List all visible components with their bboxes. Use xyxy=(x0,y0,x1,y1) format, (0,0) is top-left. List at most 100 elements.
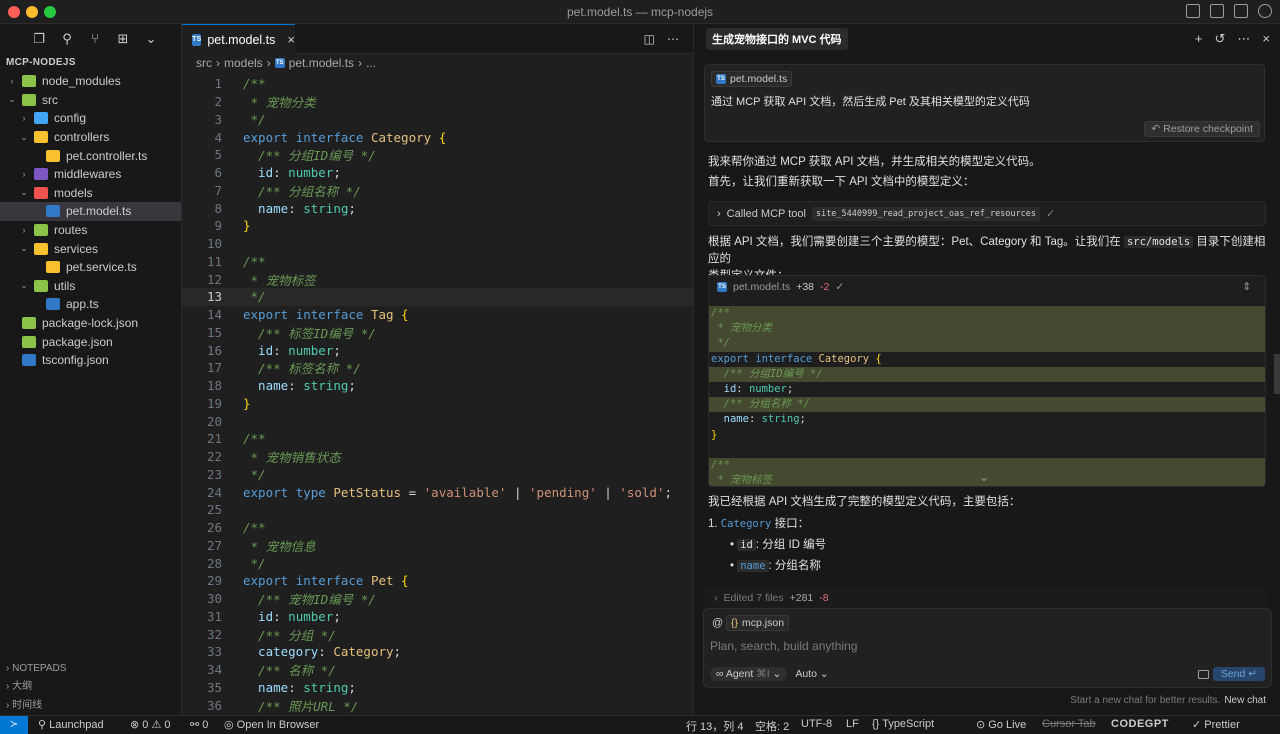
close-panel-icon[interactable]: × xyxy=(1262,31,1270,47)
code-line[interactable]: 2 * 宠物分类 xyxy=(182,93,693,111)
diff-file-name[interactable]: pet.model.ts xyxy=(733,281,790,293)
tree-item-middlewares[interactable]: › middlewares xyxy=(0,165,181,184)
code-line[interactable]: 3 */ xyxy=(182,111,693,129)
more-actions-icon[interactable]: ⋯ xyxy=(667,32,679,46)
code-line[interactable]: 26 /** xyxy=(182,519,693,537)
tree-item-services[interactable]: ⌄ services xyxy=(0,239,181,258)
code-line[interactable]: 20 xyxy=(182,412,693,430)
mention-at-icon[interactable]: @ xyxy=(712,617,723,629)
tree-item-config[interactable]: › config xyxy=(0,109,181,128)
history-icon[interactable]: ↺ xyxy=(1215,31,1226,47)
code-line[interactable]: 1 /** xyxy=(182,75,693,93)
restore-checkpoint-button[interactable]: ↶ Restore checkpoint xyxy=(1144,121,1260,137)
ports-item[interactable]: ⚯ 0 xyxy=(190,718,208,731)
breadcrumb-item[interactable]: src xyxy=(196,56,212,70)
tree-item-utils[interactable]: ⌄ utils xyxy=(0,277,181,296)
chat-title[interactable]: 生成宠物接口的 MVC 代码 xyxy=(706,28,848,50)
code-line[interactable]: 8 name: string; xyxy=(182,199,693,217)
code-line[interactable]: 31 id: number; xyxy=(182,608,693,626)
add-chat-icon[interactable]: + xyxy=(1195,31,1203,47)
code-line[interactable]: 35 name: string; xyxy=(182,679,693,697)
section-2[interactable]: › 时间线 xyxy=(0,697,182,716)
code-line[interactable]: 6 id: number; xyxy=(182,164,693,182)
code-line[interactable]: 32 /** 分组 */ xyxy=(182,625,693,643)
codegpt-item[interactable]: CODEGPT xyxy=(1111,718,1169,730)
source-control-icon[interactable]: ⑂ xyxy=(88,32,102,46)
code-line[interactable]: 23 */ xyxy=(182,466,693,484)
tree-item-pet-service-ts[interactable]: pet.service.ts xyxy=(0,258,181,277)
new-chat-link[interactable]: New chat xyxy=(1224,695,1266,706)
code-line[interactable]: 4 export interface Category { xyxy=(182,128,693,146)
code-line[interactable]: 28 */ xyxy=(182,554,693,572)
code-line[interactable]: 10 xyxy=(182,235,693,253)
remote-indicator[interactable]: ≻ xyxy=(0,716,28,734)
code-diff-block[interactable]: TS pet.model.ts +38 -2 ✓ ⇕ /** * 宠物分类 */… xyxy=(708,275,1266,487)
code-line[interactable]: 13 */ xyxy=(182,288,693,306)
send-button[interactable]: Send ↵ xyxy=(1212,667,1265,681)
chat-input-box[interactable]: @ {} mcp.json Plan, search, build anythin… xyxy=(703,608,1272,688)
code-line[interactable]: 12 * 宠物标签 xyxy=(182,270,693,288)
mcp-tool-call[interactable]: › Called MCP tool site_5440999_read_proj… xyxy=(708,201,1266,226)
model-selector[interactable]: Auto ⌄ xyxy=(795,668,828,680)
open-in-browser-item[interactable]: ◎ Open In Browser xyxy=(224,718,319,731)
files-icon[interactable]: ❐ xyxy=(32,32,46,46)
expand-icon[interactable]: ⇕ xyxy=(1242,281,1251,293)
tree-item-app-ts[interactable]: app.ts xyxy=(0,295,181,314)
prettier-item[interactable]: ✓ Prettier xyxy=(1192,718,1240,731)
explorer-root[interactable]: MCP-NODEJS xyxy=(0,54,181,72)
code-line[interactable]: 15 /** 标签ID编号 */ xyxy=(182,324,693,342)
tree-item-controllers[interactable]: ⌄ controllers xyxy=(0,128,181,147)
go-live-item[interactable]: ⊙ Go Live xyxy=(976,718,1026,731)
code-line[interactable]: 24 export type PetStatus = 'available' | … xyxy=(182,483,693,501)
tree-item-tsconfig-json[interactable]: tsconfig.json xyxy=(0,351,181,370)
tree-item-package-lock-json[interactable]: package-lock.json xyxy=(0,314,181,333)
chevron-down-icon[interactable]: ⌄ xyxy=(144,32,158,46)
user-request[interactable]: TS pet.model.ts 通过 MCP 获取 API 文档，然后生成 Pet… xyxy=(704,64,1265,142)
settings-gear-icon[interactable] xyxy=(1258,4,1272,18)
split-editor-icon[interactable]: ◫ xyxy=(644,32,655,46)
extensions-icon[interactable]: ⊞ xyxy=(116,32,130,46)
chevron-down-icon[interactable]: ⌄ xyxy=(979,470,989,484)
code-line[interactable]: 22 * 宠物销售状态 xyxy=(182,448,693,466)
code-line[interactable]: 29 export interface Pet { xyxy=(182,572,693,590)
tree-item-pet-model-ts[interactable]: pet.model.ts xyxy=(0,202,181,221)
tree-item-node_modules[interactable]: › node_modules xyxy=(0,72,181,91)
breadcrumb-item[interactable]: models xyxy=(224,56,263,70)
search-icon[interactable]: ⚲ xyxy=(60,32,74,46)
section-0[interactable]: › NOTEPADS xyxy=(0,660,182,679)
image-upload-icon[interactable] xyxy=(1198,670,1209,679)
language-mode[interactable]: {} TypeScript xyxy=(872,718,934,730)
code-line[interactable]: 18 name: string; xyxy=(182,377,693,395)
code-line[interactable]: 21 /** xyxy=(182,430,693,448)
tree-item-pet-controller-ts[interactable]: pet.controller.ts xyxy=(0,146,181,165)
code-line[interactable]: 5 /** 分组ID编号 */ xyxy=(182,146,693,164)
cursor-position[interactable]: 行 13，列 4 xyxy=(686,718,743,734)
tree-item-models[interactable]: ⌄ models xyxy=(0,184,181,203)
tab-pet-model[interactable]: TS pet.model.ts × xyxy=(182,24,295,54)
line-ending[interactable]: LF xyxy=(846,718,859,730)
code-line[interactable]: 9} xyxy=(182,217,693,235)
code-line[interactable]: 16 id: number; xyxy=(182,341,693,359)
edited-files-bar[interactable]: › Edited 7 files +281 -8 xyxy=(704,587,1267,609)
code-line[interactable]: 27 * 宠物信息 xyxy=(182,537,693,555)
launchpad-item[interactable]: ⚲ Launchpad xyxy=(38,718,104,731)
code-line[interactable]: 33 category: Category; xyxy=(182,643,693,661)
agent-mode-selector[interactable]: ∞ Agent ⌘I ⌄ xyxy=(710,667,788,681)
indent-spaces[interactable]: 空格: 2 xyxy=(755,718,789,734)
toggle-panel-icon[interactable] xyxy=(1210,4,1224,18)
code-line[interactable]: 25 xyxy=(182,501,693,519)
code-editor[interactable]: 1/** 2 * 宠物分类 3 */4 export interface Catego… xyxy=(182,75,693,714)
section-1[interactable]: › 大纲 xyxy=(0,678,182,697)
code-line[interactable]: 34 /** 名称 */ xyxy=(182,661,693,679)
code-line[interactable]: 30 /** 宠物ID编号 */ xyxy=(182,590,693,608)
code-line[interactable]: 36 /** 照片URL */ xyxy=(182,696,693,714)
chat-input-placeholder[interactable]: Plan, search, build anything xyxy=(710,639,857,653)
breadcrumb-item[interactable]: pet.model.ts xyxy=(289,56,354,70)
more-icon[interactable]: ⋯ xyxy=(1237,31,1250,47)
mcp-json-pill[interactable]: {} mcp.json xyxy=(726,615,790,631)
tree-item-routes[interactable]: › routes xyxy=(0,221,181,240)
toggle-secondary-sidebar-icon[interactable] xyxy=(1234,4,1248,18)
code-line[interactable]: 11 /** xyxy=(182,253,693,271)
cursor-tab-item[interactable]: Cursor Tab xyxy=(1042,718,1096,730)
tree-item-package-json[interactable]: package.json xyxy=(0,332,181,351)
